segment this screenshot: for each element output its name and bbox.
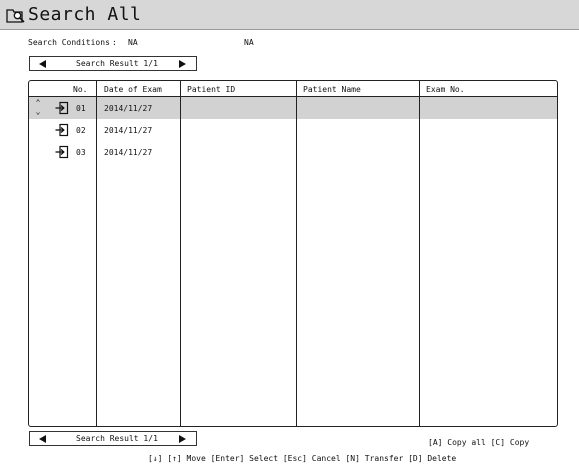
window-title: Search All bbox=[28, 4, 142, 25]
row-date: 2014/11/27 bbox=[104, 148, 153, 157]
copy-shortcuts-hint: [A] Copy all [C] Copy bbox=[428, 438, 530, 447]
result-page-label: Search Result 1/1 bbox=[76, 434, 158, 443]
title-bar: Search All bbox=[0, 0, 579, 30]
result-pager-top: Search Result 1/1 bbox=[29, 56, 197, 71]
key-shortcuts-hint: [↓] [↑] Move [Enter] Select [Esc] Cancel… bbox=[148, 454, 457, 463]
row-date: 2014/11/27 bbox=[104, 126, 153, 135]
header-date-of-exam: Date of Exam bbox=[104, 85, 162, 94]
header-no: No. bbox=[73, 85, 88, 94]
header-exam-no: Exam No. bbox=[426, 85, 465, 94]
import-arrow-icon bbox=[55, 101, 69, 115]
search-conditions-label: Search Conditions bbox=[28, 38, 110, 47]
next-page-icon[interactable] bbox=[179, 60, 186, 68]
search-conditions-separator: : bbox=[112, 38, 117, 47]
previous-page-icon[interactable] bbox=[39, 435, 46, 443]
header-patient-name: Patient Name bbox=[303, 85, 361, 94]
result-pager-bottom: Search Result 1/1 bbox=[29, 431, 197, 446]
search-result-table: No. Date of Exam Patient ID Patient Name… bbox=[28, 80, 558, 427]
row-number: 02 bbox=[76, 126, 86, 135]
header-patient-id: Patient ID bbox=[187, 85, 236, 94]
search-condition-value-1: NA bbox=[128, 38, 138, 47]
row-date: 2014/11/27 bbox=[104, 104, 153, 113]
import-arrow-icon bbox=[55, 123, 69, 137]
row-number: 03 bbox=[76, 148, 86, 157]
table-row[interactable]: 01 2014/11/27 bbox=[29, 97, 557, 119]
next-page-icon[interactable] bbox=[179, 435, 186, 443]
import-arrow-icon bbox=[55, 145, 69, 159]
search-folder-icon bbox=[6, 9, 25, 23]
previous-page-icon[interactable] bbox=[39, 60, 46, 68]
search-condition-value-2: NA bbox=[244, 38, 254, 47]
row-number: 01 bbox=[76, 104, 86, 113]
table-row[interactable]: 03 2014/11/27 bbox=[29, 141, 557, 163]
table-row[interactable]: 02 2014/11/27 bbox=[29, 119, 557, 141]
result-page-label: Search Result 1/1 bbox=[76, 59, 158, 68]
